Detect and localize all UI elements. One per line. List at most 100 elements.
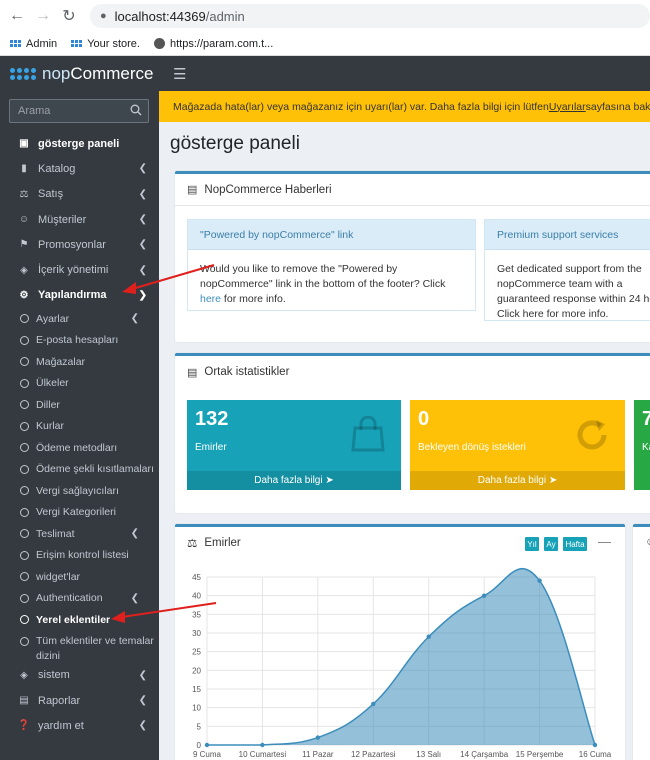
data-point bbox=[204, 742, 210, 748]
hamburger-menu-icon[interactable]: ☰ bbox=[173, 65, 186, 83]
submenu-item-tax-providers[interactable]: Vergi sağlayıcıları bbox=[0, 480, 159, 502]
sidebar-item-dashboard[interactable]: ▣ gösterge paneli bbox=[0, 131, 159, 156]
newspaper-icon: ▤ bbox=[187, 184, 198, 196]
submenu-item-widgets[interactable]: widget'lar bbox=[0, 566, 159, 588]
news-text: Get dedicated support from the nopCommer… bbox=[497, 263, 650, 320]
submenu-item-stores[interactable]: Mağazalar bbox=[0, 351, 159, 373]
more-info-label: Daha fazla bilgi bbox=[254, 475, 323, 486]
circle-icon bbox=[20, 486, 29, 496]
sidebar-item-label: Promosyonlar bbox=[38, 238, 106, 251]
brand-logo[interactable]: nopCommerce bbox=[0, 56, 159, 91]
chevron-left-icon: ❮ bbox=[138, 214, 147, 226]
submenu-item-payment-methods[interactable]: Ödeme metodları bbox=[0, 437, 159, 459]
alert-warnings-link[interactable]: Uyarılar bbox=[549, 101, 586, 113]
stat-more-info-link[interactable]: Daha fazla bilgi ➤ bbox=[187, 471, 401, 490]
search-icon[interactable] bbox=[130, 104, 142, 116]
x-tick-label: 16 Cuma bbox=[579, 750, 612, 759]
submenu-label: Authentication bbox=[36, 592, 103, 605]
sidebar-item-catalog[interactable]: ▮ Katalog ❮ bbox=[0, 156, 159, 181]
circle-icon bbox=[20, 636, 29, 646]
y-tick-label: 10 bbox=[192, 704, 201, 713]
orders-card-header: ⚖ Emirler Yıl Ay Hafta — bbox=[175, 527, 625, 559]
submenu-item-shipping[interactable]: Teslimat ❮ bbox=[0, 523, 159, 545]
circle-icon bbox=[20, 464, 29, 474]
area-fill bbox=[207, 568, 595, 745]
news-card-header[interactable]: ▤ NopCommerce Haberleri bbox=[175, 174, 650, 206]
url-host: localhost:44369 bbox=[114, 8, 206, 24]
sidebar-item-promotions[interactable]: ⚑ Promosyonlar ❮ bbox=[0, 232, 159, 257]
address-bar[interactable]: ● localhost:44369/admin bbox=[90, 4, 650, 28]
sidebar-item-label: İçerik yönetimi bbox=[38, 264, 109, 277]
submenu-label: Vergi Kategorileri bbox=[36, 506, 116, 519]
orders-chart: 0510152025303540459 Cuma 10 Cumartesi 11 P… bbox=[192, 567, 612, 759]
chevron-left-icon: ❮ bbox=[138, 239, 147, 251]
collapse-icon[interactable]: — bbox=[598, 534, 611, 549]
submenu-label: Diller bbox=[36, 398, 60, 411]
back-arrow-icon[interactable]: ← bbox=[6, 5, 28, 27]
news-item-text: Would you like to remove the "Powered by… bbox=[188, 250, 475, 307]
submenu-item-countries[interactable]: Ülkeler bbox=[0, 373, 159, 395]
submenu-item-currencies[interactable]: Kurlar bbox=[0, 416, 159, 438]
search-input[interactable] bbox=[18, 105, 128, 117]
sidebar-item-customers[interactable]: ☺ Müşteriler ❮ bbox=[0, 207, 159, 232]
submenu-item-languages[interactable]: Diller bbox=[0, 394, 159, 416]
sidebar: ▣ gösterge paneli ▮ Katalog ❮ ⚖ Satış ❮ … bbox=[0, 91, 159, 760]
sidebar-item-sales[interactable]: ⚖ Satış ❮ bbox=[0, 182, 159, 207]
year-button[interactable]: Yıl bbox=[525, 537, 539, 551]
bookmark-param[interactable]: https://param.com.t... bbox=[153, 38, 273, 50]
annotation-arrow-configuration bbox=[122, 264, 215, 294]
grid-icon bbox=[71, 40, 83, 47]
week-button[interactable]: Hafta bbox=[563, 537, 587, 551]
y-tick-label: 15 bbox=[192, 685, 201, 694]
bookmark-your-store[interactable]: Your store. bbox=[71, 38, 140, 50]
circle-icon bbox=[20, 572, 29, 582]
submenu-item-acl[interactable]: Erişim kontrol listesi bbox=[0, 545, 159, 567]
forward-arrow-icon[interactable]: → bbox=[32, 5, 54, 27]
user-icon: ☺ bbox=[645, 536, 650, 548]
sidebar-item-label: Katalog bbox=[38, 162, 76, 175]
cart-icon: ⚖ bbox=[187, 538, 198, 550]
stats-card-header[interactable]: ▤ Ortak istatistikler bbox=[175, 356, 650, 388]
circle-icon bbox=[20, 529, 29, 539]
submenu-item-all-plugins[interactable]: Tüm eklentiler ve temalar dizini bbox=[0, 631, 159, 663]
circle-icon bbox=[20, 378, 29, 388]
circle-icon bbox=[20, 335, 29, 345]
sidebar-item-label: Müşteriler bbox=[38, 213, 87, 226]
globe-icon bbox=[153, 38, 165, 49]
sidebar-item-label: Satış bbox=[38, 188, 64, 201]
chevron-left-icon: ❮ bbox=[130, 528, 139, 540]
submenu-item-settings[interactable]: Ayarlar ❮ bbox=[0, 308, 159, 330]
chevron-left-icon: ❮ bbox=[138, 695, 147, 707]
submenu-item-tax-categories[interactable]: Vergi Kategorileri bbox=[0, 502, 159, 524]
stat-label: Emirler bbox=[195, 442, 227, 453]
chevron-left-icon: ❮ bbox=[138, 669, 147, 681]
bookmark-admin[interactable]: Admin bbox=[10, 38, 57, 50]
card-title: Emirler bbox=[204, 537, 241, 549]
sidebar-item-system[interactable]: ◈ sistem ❮ bbox=[0, 663, 159, 688]
stat-more-info-link[interactable]: Daha fazla bilgi ➤ bbox=[410, 471, 625, 490]
sidebar-item-reports[interactable]: ▤ Raporlar ❮ bbox=[0, 688, 159, 713]
sidebar-item-label: gösterge paneli bbox=[38, 137, 120, 150]
cube-icon: ◈ bbox=[20, 669, 28, 681]
y-tick-label: 30 bbox=[192, 629, 201, 638]
submenu-label: Teslimat bbox=[36, 527, 75, 540]
stat-value: 0 bbox=[418, 408, 430, 430]
reload-icon[interactable]: ↻ bbox=[58, 5, 80, 27]
chevron-left-icon: ❮ bbox=[138, 163, 147, 175]
month-button[interactable]: Ay bbox=[544, 537, 558, 551]
sidebar-item-help[interactable]: ❓ yardım et ❮ bbox=[0, 713, 159, 738]
submenu-item-email-accounts[interactable]: E-posta hesapları bbox=[0, 330, 159, 352]
stat-value: 7 bbox=[642, 408, 650, 430]
arrow-circle-right-icon: ➤ bbox=[548, 475, 558, 486]
circle-icon bbox=[20, 593, 29, 603]
news-item-title: Premium support services bbox=[485, 220, 650, 250]
top-navbar: nopCommerce ☰ bbox=[0, 56, 650, 91]
sidebar-item-label: yardım et bbox=[38, 719, 84, 732]
gears-icon: ⚙ bbox=[19, 289, 29, 301]
x-tick-label: 9 Cuma bbox=[193, 750, 222, 759]
sidebar-search[interactable] bbox=[9, 99, 149, 123]
submenu-item-payment-restrictions[interactable]: Ödeme şekli kısıtlamaları bbox=[0, 459, 159, 481]
stat-orders: 132 Emirler Daha fazla bilgi ➤ bbox=[187, 400, 401, 490]
news-item-text: Get dedicated support from the nopCommer… bbox=[485, 250, 650, 320]
card-title: NopCommerce Haberleri bbox=[204, 183, 332, 196]
